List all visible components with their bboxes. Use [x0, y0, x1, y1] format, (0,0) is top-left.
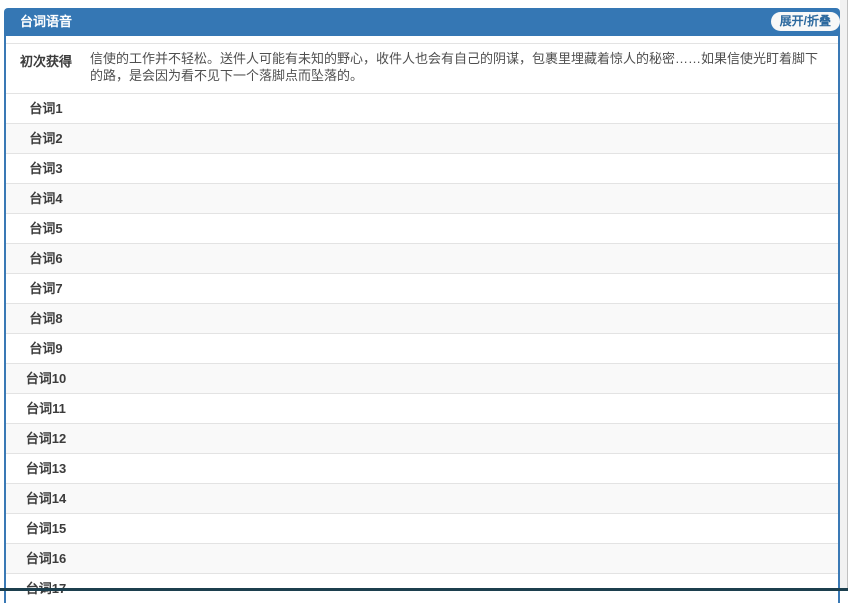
voice-row-label: 台词11 [26, 401, 66, 416]
voice-row-content [86, 214, 838, 243]
voice-row-label: 台词16 [25, 551, 67, 566]
voice-row: 台词1 [6, 93, 838, 123]
voice-row: 台词11 [6, 393, 838, 423]
voice-row-list: 台词1 台词2 台词3 台词4 台词5 台词6 台词7 台词8 台词9 台词10 [6, 93, 838, 603]
voice-row-content [86, 544, 838, 573]
voice-row-label: 台词10 [25, 371, 67, 386]
voice-row-label: 台词14 [25, 491, 67, 506]
voice-row-label: 台词1 [29, 101, 63, 116]
voice-row-content [86, 154, 838, 183]
voice-row-label: 台词8 [29, 311, 63, 326]
acquisition-row-text: 信使的工作并不轻松。送件人可能有未知的野心，收件人也会有自己的阴谋，包裹里埋藏着… [90, 51, 819, 83]
voice-row-label: 台词3 [29, 161, 63, 176]
voice-row: 台词5 [6, 213, 838, 243]
voice-row: 台词6 [6, 243, 838, 273]
acquisition-row: 初次获得 信使的工作并不轻松。送件人可能有未知的野心，收件人也会有自己的阴谋，包… [6, 43, 838, 93]
voice-row-label: 台词7 [29, 281, 63, 296]
voice-row-label: 台词9 [29, 341, 63, 356]
voice-row-content [86, 454, 838, 483]
voice-row: 台词8 [6, 303, 838, 333]
voice-row-content [86, 514, 838, 543]
voice-row-content [86, 94, 838, 123]
voice-row: 台词9 [6, 333, 838, 363]
voice-row-label: 台词6 [29, 251, 63, 266]
voice-row-label: 台词5 [29, 221, 63, 236]
voice-row: 台词3 [6, 153, 838, 183]
voice-row: 台词15 [6, 513, 838, 543]
voice-row-label: 台词13 [25, 461, 67, 476]
voice-lines-panel: 台词语音 展开/折叠 初次获得 信使的工作并不轻松。送件人可能有未知的野心，收件… [4, 8, 840, 603]
panel-header: 台词语音 展开/折叠 [4, 8, 840, 36]
voice-row: 台词12 [6, 423, 838, 453]
voice-row: 台词7 [6, 273, 838, 303]
voice-row: 台词13 [6, 453, 838, 483]
voice-row-content [86, 394, 838, 423]
voice-row: 台词2 [6, 123, 838, 153]
voice-row-content [86, 244, 838, 273]
acquisition-row-label: 初次获得 [19, 54, 72, 69]
voice-row-content [86, 334, 838, 363]
window-right-gutter [840, 0, 848, 591]
voice-row-label: 台词15 [25, 521, 67, 536]
voice-row-content [86, 124, 838, 153]
voice-table: 初次获得 信使的工作并不轻松。送件人可能有未知的野心，收件人也会有自己的阴谋，包… [4, 36, 840, 603]
voice-row: 台词16 [6, 543, 838, 573]
voice-row-content [86, 274, 838, 303]
voice-row: 台词10 [6, 363, 838, 393]
voice-row-content [86, 364, 838, 393]
voice-row-label: 台词2 [29, 131, 63, 146]
voice-row-content [86, 184, 838, 213]
voice-row-label: 台词12 [25, 431, 67, 446]
panel-title: 台词语音 [20, 14, 73, 29]
voice-row: 台词4 [6, 183, 838, 213]
voice-row-label: 台词4 [29, 191, 63, 206]
expand-collapse-button[interactable]: 展开/折叠 [770, 12, 840, 31]
voice-row: 台词14 [6, 483, 838, 513]
voice-row-content [86, 304, 838, 333]
voice-row-content [86, 424, 838, 453]
voice-row-content [86, 484, 838, 513]
